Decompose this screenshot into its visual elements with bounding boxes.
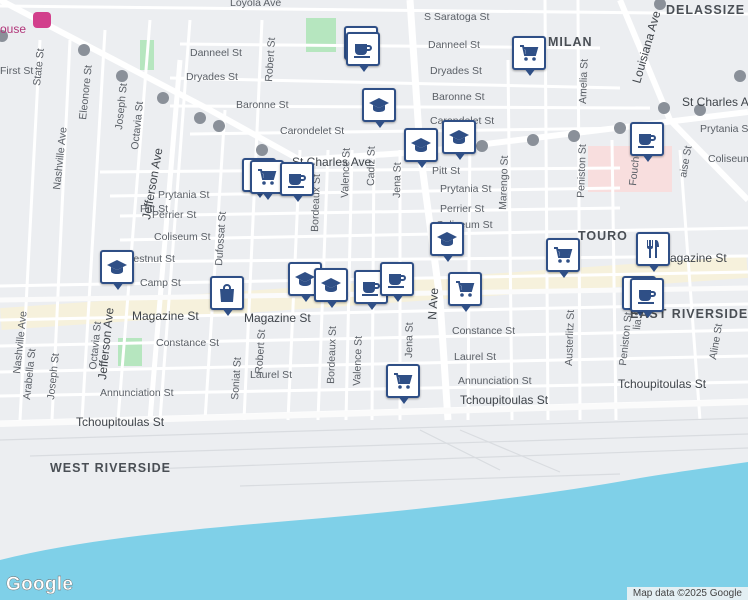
map-marker-school[interactable] — [100, 250, 134, 290]
map-marker-grocery[interactable] — [512, 36, 546, 76]
street-label: Baronne St — [236, 99, 289, 111]
street-label: Dryades St — [186, 71, 238, 83]
shopping-bag-icon — [217, 283, 237, 303]
map-marker-school[interactable] — [362, 88, 396, 128]
neighborhood-label: MILAN — [548, 35, 593, 49]
map-marker-cafe[interactable] — [630, 122, 664, 162]
neighborhood-label: DELASSIZE — [666, 3, 745, 17]
coffee-icon — [637, 129, 657, 149]
map-marker-school[interactable] — [430, 222, 464, 262]
street-label: Marengo St — [497, 155, 511, 210]
street-label: Constance St — [452, 325, 515, 337]
coffee-icon — [637, 285, 657, 305]
street-label: Coliseum St — [154, 231, 211, 243]
street-label: Annunciation St — [458, 375, 532, 387]
school-icon — [369, 95, 389, 115]
map-marker-cafe[interactable] — [630, 278, 664, 318]
street-label: Valence St — [351, 336, 365, 386]
street-label: Prytania St — [700, 123, 748, 135]
street-label: Cadiz St — [365, 146, 378, 186]
street-label: Laurel St — [454, 351, 496, 363]
street-label: Magazine St — [132, 309, 199, 323]
street-label: Pitt St — [432, 165, 460, 177]
school-icon — [437, 229, 457, 249]
school-icon — [411, 135, 431, 155]
map-marker-cafe[interactable] — [380, 262, 414, 302]
map-marker-shopping[interactable] — [210, 276, 244, 316]
street-label: St Charles Ave — [682, 95, 748, 109]
street-label: Coliseum — [708, 153, 748, 165]
street-label: Tchoupitoulas St — [460, 393, 549, 407]
street-label: Austerlitz St — [563, 310, 577, 366]
map-marker-grocery[interactable] — [546, 238, 580, 278]
street-label: Danneel St — [428, 39, 480, 51]
street-label: First St — [0, 65, 33, 77]
street-label: Danneel St — [190, 47, 242, 59]
street-label: Perrier St — [440, 203, 484, 215]
school-icon — [295, 269, 315, 289]
street-label: Bordeaux St — [325, 326, 339, 384]
street-label: S Saratoga St — [424, 11, 489, 23]
street-label: Tchoupitoulas St — [76, 415, 165, 429]
coffee-icon — [353, 39, 373, 59]
school-icon — [107, 257, 127, 277]
street-label: Valence St — [339, 148, 353, 198]
map-marker-school[interactable] — [314, 268, 348, 308]
street-label: Baronne St — [432, 91, 485, 103]
school-icon — [321, 275, 341, 295]
street-label: Jena St — [403, 322, 416, 358]
street-label: Carondelet St — [280, 125, 344, 137]
cart-icon — [257, 167, 277, 187]
street-label: Perrier St — [152, 209, 196, 221]
map-marker-grocery[interactable] — [386, 364, 420, 404]
poi-label: ouse — [0, 22, 26, 36]
street-label: Dryades St — [430, 65, 482, 77]
google-logo: Google — [6, 574, 74, 595]
coffee-icon — [287, 169, 307, 189]
neighborhood-label: WEST RIVERSIDE — [50, 461, 171, 475]
coffee-icon — [361, 277, 381, 297]
museum-icon — [33, 12, 51, 28]
restaurant-icon — [643, 239, 663, 259]
street-label: Tchoupitoulas St — [618, 377, 707, 391]
street-label: Magazine St — [660, 251, 727, 265]
coffee-icon — [387, 269, 407, 289]
school-icon — [449, 127, 469, 147]
street-label: Camp St — [140, 277, 181, 289]
street-label: Annunciation St — [100, 387, 174, 399]
neighborhood-label: TOURO — [578, 229, 628, 243]
map-attribution[interactable]: Map data ©2025 Google — [626, 587, 748, 600]
cart-icon — [519, 43, 539, 63]
cart-icon — [393, 371, 413, 391]
map-marker-grocery[interactable] — [448, 272, 482, 312]
street-label: Constance St — [156, 337, 219, 349]
cart-icon — [455, 279, 475, 299]
map-marker-restaurant[interactable] — [636, 232, 670, 272]
cart-icon — [553, 245, 573, 265]
street-label: N Ave — [425, 287, 441, 320]
street-label: Peniston St — [575, 144, 589, 198]
street-label: Loyola Ave — [230, 0, 281, 9]
street-label: Prytania St — [158, 189, 209, 201]
street-label: Prytania St — [440, 183, 491, 195]
map-marker-school[interactable] — [442, 120, 476, 160]
map-marker-grocery[interactable] — [250, 160, 284, 200]
map-marker-cafe[interactable] — [346, 32, 380, 72]
map-marker-cafe[interactable] — [280, 162, 314, 202]
street-label: Amelia St — [577, 59, 591, 104]
street-label: Jena St — [391, 162, 404, 198]
map-marker-school[interactable] — [404, 128, 438, 168]
street-label: Magazine St — [244, 311, 311, 325]
